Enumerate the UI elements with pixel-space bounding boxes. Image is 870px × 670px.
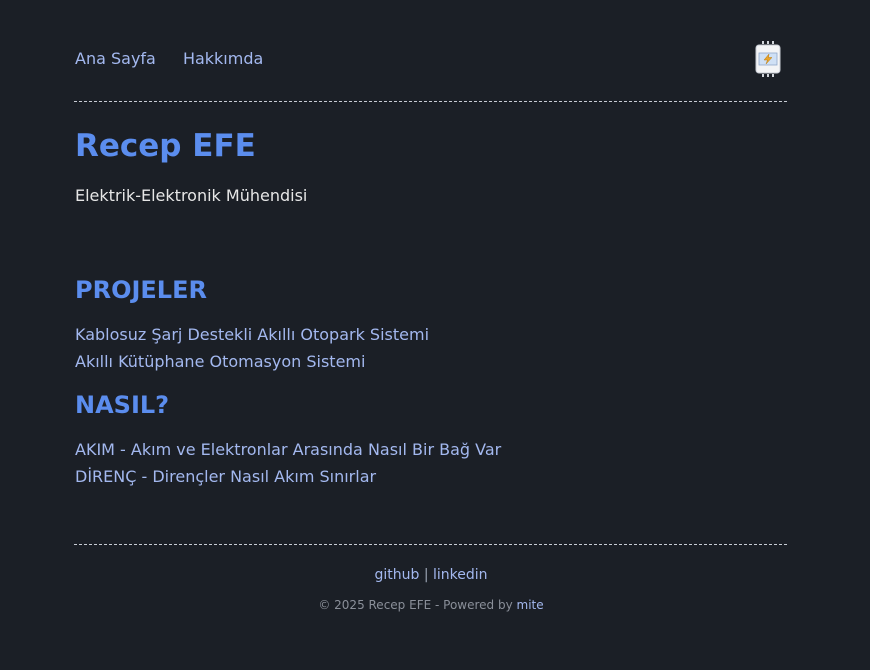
footer-divider (74, 544, 787, 545)
how-link-resistor[interactable]: DİRENÇ - Dirençler Nasıl Akım Sınırlar (75, 467, 376, 486)
footer-separator: | (423, 567, 429, 583)
linkedin-link[interactable]: linkedin (433, 567, 488, 583)
page-title: Recep EFE (75, 128, 256, 164)
project-link-parking[interactable]: Kablosuz Şarj Destekli Akıllı Otopark Si… (75, 325, 429, 344)
page-subtitle: Elektrik-Elektronik Mühendisi (75, 186, 308, 205)
section-title-how: NASIL? (75, 391, 170, 419)
list-item: Akıllı Kütüphane Otomasyon Sistemi (75, 348, 429, 375)
copyright: © 2025 Recep EFE - Powered by mite (75, 596, 787, 614)
footer-links: github | linkedin (75, 565, 787, 585)
github-link[interactable]: github (374, 567, 419, 583)
header-divider (74, 101, 787, 102)
list-item: DİRENÇ - Dirençler Nasıl Akım Sınırlar (75, 463, 501, 490)
copyright-text: © 2025 Recep EFE - Powered by (318, 598, 513, 612)
section-title-projects: PROJELER (75, 276, 207, 304)
nav-link-home[interactable]: Ana Sayfa (75, 49, 156, 68)
page: Ana Sayfa Hakkımda Recep EFE Elektrik-El… (0, 0, 870, 670)
nav-link-about[interactable]: Hakkımda (183, 49, 263, 68)
projects-list: Kablosuz Şarj Destekli Akıllı Otopark Si… (75, 321, 429, 375)
list-item: Kablosuz Şarj Destekli Akıllı Otopark Si… (75, 321, 429, 348)
how-link-current[interactable]: AKIM - Akım ve Elektronlar Arasında Nası… (75, 440, 501, 459)
chip-lightning-svg (755, 41, 781, 77)
top-nav: Ana Sayfa Hakkımda (75, 41, 787, 77)
project-link-library[interactable]: Akıllı Kütüphane Otomasyon Sistemi (75, 352, 365, 371)
list-item: AKIM - Akım ve Elektronlar Arasında Nası… (75, 436, 501, 463)
chip-lightning-icon[interactable] (755, 41, 781, 77)
how-list: AKIM - Akım ve Elektronlar Arasında Nası… (75, 436, 501, 490)
powered-by-link[interactable]: mite (517, 598, 544, 612)
